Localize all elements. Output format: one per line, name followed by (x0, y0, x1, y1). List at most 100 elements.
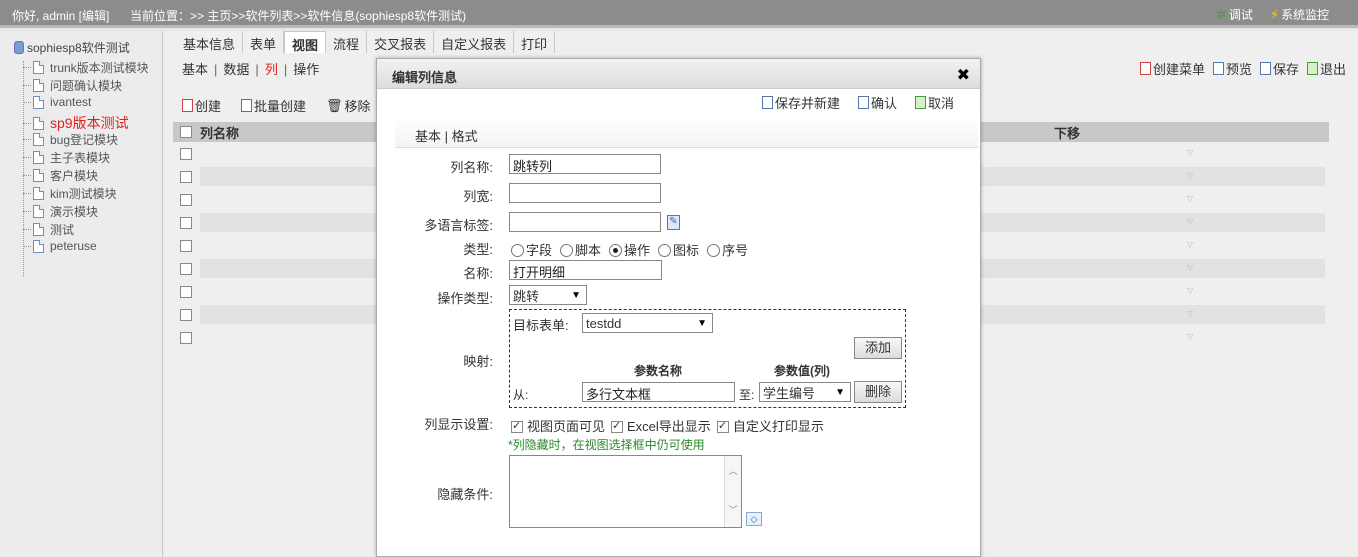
tree-item[interactable]: trunk版本测试模块 (23, 59, 149, 76)
tree-item[interactable]: bug登记模块 (23, 131, 118, 148)
subnav-basic[interactable]: 基本 (182, 62, 208, 77)
chevron-down-icon: ▼ (571, 289, 581, 301)
move-down-icon[interactable]: ▽ (1187, 333, 1197, 341)
row-checkbox[interactable] (180, 285, 192, 298)
close-icon[interactable]: ✖ (957, 65, 970, 85)
row-checkbox[interactable] (180, 331, 192, 344)
select-all-checkbox[interactable] (180, 126, 192, 138)
new-doc-icon (241, 99, 253, 112)
move-down-icon[interactable]: ▽ (1187, 287, 1197, 295)
tab-form[interactable]: 表单 (243, 31, 285, 53)
tree-branch (23, 211, 31, 212)
save-button[interactable]: 保存 (1259, 59, 1299, 78)
textarea-scrollbar[interactable]: ︿ ﹀ (724, 456, 741, 527)
save-and-new-button[interactable]: 保存并新建 (761, 93, 840, 112)
save-icon (1259, 62, 1271, 75)
row-checkbox[interactable] (180, 308, 192, 321)
op-type-select[interactable]: 跳转 ▼ (509, 285, 587, 305)
cancel-button[interactable]: 取消 (914, 93, 954, 112)
tree-branch (23, 122, 31, 124)
tree-item[interactable]: peteruse (23, 239, 97, 253)
lightning-icon: ⚡ (1270, 6, 1280, 22)
exit-button[interactable]: 退出 (1306, 59, 1346, 78)
tree-item[interactable]: 客户模块 (23, 167, 98, 184)
tree-item[interactable]: 问题确认模块 (23, 77, 122, 94)
delete-button[interactable]: 删除 (854, 381, 902, 403)
tab-cross-report[interactable]: 交叉报表 (367, 31, 435, 53)
batch-create-button[interactable]: 批量创建 (241, 96, 306, 115)
move-down-icon[interactable]: ▽ (1187, 195, 1197, 203)
move-down-icon[interactable]: ▽ (1187, 218, 1197, 226)
expression-icon[interactable]: ◇ (746, 512, 762, 526)
view-visible-checkbox[interactable]: 视图页面可见 (511, 416, 605, 435)
tree-branch (23, 245, 31, 247)
tree-branch (23, 85, 31, 86)
monitor-link[interactable]: ⚡ 系统监控 (1270, 6, 1329, 23)
row-checkbox[interactable] (180, 170, 192, 183)
tree-item-label: 测试 (50, 223, 75, 237)
row-checkbox[interactable] (180, 147, 192, 160)
custom-print-checkbox[interactable]: 自定义打印显示 (716, 416, 824, 435)
chevron-down-icon: ▼ (697, 317, 707, 329)
from-input[interactable]: 多行文本框 (582, 382, 735, 402)
type-option-icon[interactable]: 图标 (658, 240, 699, 259)
move-down-icon[interactable]: ▽ (1187, 172, 1197, 180)
tab-flow[interactable]: 流程 (326, 31, 368, 53)
document-icon (33, 187, 44, 200)
move-down-icon[interactable]: ▽ (1187, 149, 1197, 157)
name-input[interactable]: 打开明细 (509, 260, 662, 280)
tree-branch (23, 101, 31, 103)
type-option-serial[interactable]: 序号 (707, 240, 748, 259)
tree-item-label: peteruse (50, 239, 97, 253)
hide-cond-textarea[interactable]: ︿ ﹀ (509, 455, 742, 528)
edit-column-dialog: 编辑列信息 ✖ 保存并新建 确认 取消 基本 | 格式 列名称: 跳转列 列宽:… (376, 58, 981, 557)
tree-item[interactable]: sp9版本测试 (23, 113, 129, 133)
tab-view[interactable]: 视图 (284, 31, 327, 53)
create-menu-button[interactable]: 创建菜单 (1139, 59, 1205, 78)
type-option-script[interactable]: 脚本 (560, 240, 601, 259)
i18n-input[interactable] (509, 212, 661, 232)
move-down-icon[interactable]: ▽ (1187, 241, 1197, 249)
chevron-up-icon: ︿ (728, 466, 738, 476)
tree-item[interactable]: 主子表模块 (23, 149, 110, 166)
edit-icon[interactable]: ✎ (667, 215, 680, 230)
row-checkbox[interactable] (180, 239, 192, 252)
target-form-select[interactable]: testdd ▼ (582, 313, 713, 333)
col-name-input[interactable]: 跳转列 (509, 154, 661, 174)
tree-item[interactable]: kim测试模块 (23, 185, 117, 202)
add-button[interactable]: 添加 (854, 337, 902, 359)
save-icon (761, 96, 773, 109)
tree-item[interactable]: 测试 (23, 221, 74, 238)
row-checkbox[interactable] (180, 193, 192, 206)
tree-item[interactable]: 演示模块 (23, 203, 98, 220)
debug-link[interactable]: ✲ 调试 (1216, 6, 1253, 23)
tab-print[interactable]: 打印 (514, 31, 556, 53)
create-button[interactable]: 创建 (182, 96, 221, 115)
confirm-button[interactable]: 确认 (857, 93, 897, 112)
col-width-input[interactable] (509, 183, 661, 203)
database-icon (14, 41, 24, 54)
row-checkbox[interactable] (180, 262, 192, 275)
tab-basic-info[interactable]: 基本信息 (176, 31, 244, 53)
type-option-operation[interactable]: 操作 (609, 240, 650, 259)
row-checkbox[interactable] (180, 216, 192, 229)
move-down-icon[interactable]: ▽ (1187, 310, 1197, 318)
subnav-data[interactable]: 数据 (223, 62, 249, 77)
remove-button[interactable]: 🗑 移除 (326, 96, 371, 115)
move-down-icon[interactable]: ▽ (1187, 264, 1197, 272)
trash-icon: 🗑 (326, 97, 343, 113)
to-select[interactable]: 学生编号 ▼ (759, 382, 851, 402)
excel-export-checkbox[interactable]: Excel导出显示 (611, 416, 711, 435)
preview-button[interactable]: 预览 (1212, 59, 1252, 78)
greeting-text[interactable]: 你好, admin [编辑] (12, 7, 109, 24)
document-icon (33, 205, 44, 218)
col-width-label: 列宽: (463, 189, 493, 204)
tree-root[interactable]: sophiesp8软件测试 (14, 39, 130, 56)
dialog-tabs[interactable]: 基本 | 格式 (395, 116, 978, 148)
type-option-field[interactable]: 字段 (511, 240, 552, 259)
tree-item[interactable]: ivantest (23, 95, 91, 109)
tab-custom-report[interactable]: 自定义报表 (434, 31, 515, 53)
subnav-operation[interactable]: 操作 (293, 62, 319, 77)
subnav-column[interactable]: 列 (265, 62, 278, 77)
document-icon (33, 151, 44, 164)
